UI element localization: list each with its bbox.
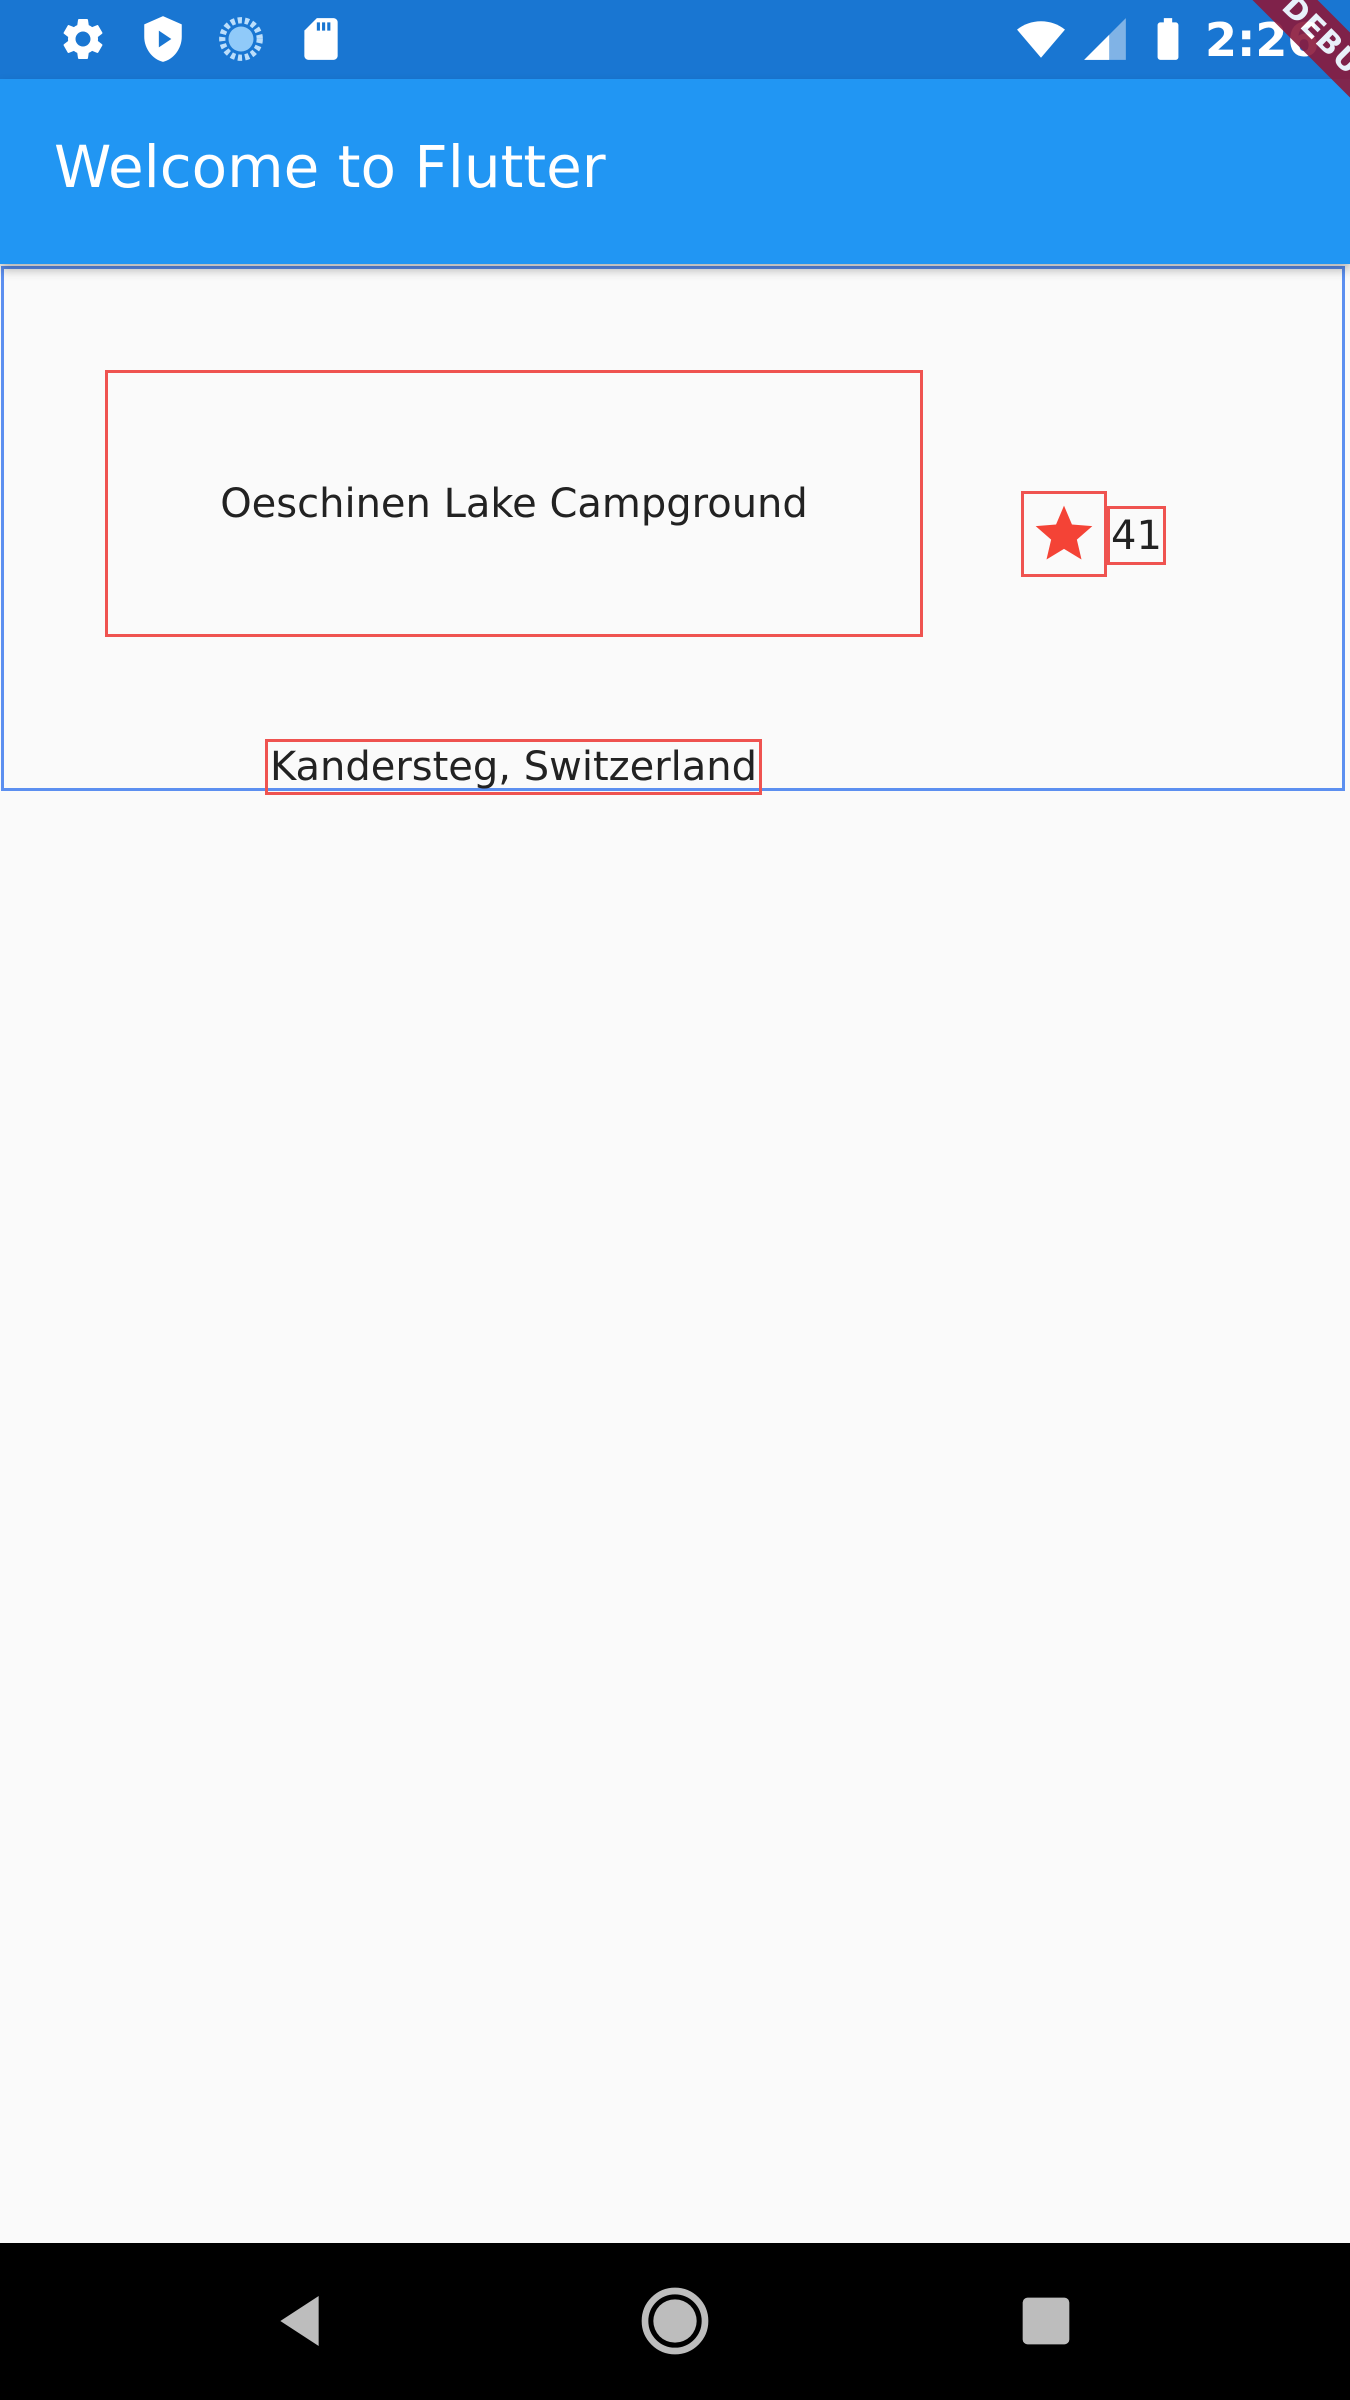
wifi-icon [1016, 14, 1066, 64]
favorite-star-button[interactable] [1021, 491, 1107, 577]
app-bar: Welcome to Flutter [0, 79, 1350, 264]
signal-icon [1080, 14, 1130, 64]
home-icon[interactable] [635, 2281, 715, 2361]
campground-name-container: Oeschinen Lake Campground [105, 370, 923, 637]
favorite-count-container: 41 [1107, 506, 1166, 565]
campground-location: Kandersteg, Switzerland [269, 744, 758, 790]
shield-play-icon [138, 14, 188, 64]
battery-icon [1143, 14, 1193, 64]
star-icon [1035, 505, 1093, 560]
gear-icon [58, 14, 108, 64]
recents-icon[interactable] [1006, 2281, 1086, 2361]
favorite-count: 41 [1111, 512, 1162, 559]
status-bar: 2:26 [0, 0, 1350, 79]
sync-icon [216, 14, 266, 64]
campground-name: Oeschinen Lake Campground [220, 480, 808, 527]
sd-card-icon [296, 14, 346, 64]
content-area: Oeschinen Lake Campground 41 Kandersteg,… [0, 264, 1350, 2264]
location-container: Kandersteg, Switzerland [265, 739, 762, 795]
app-bar-title: Welcome to Flutter [54, 133, 606, 201]
navigation-bar [0, 2243, 1350, 2400]
back-icon[interactable] [262, 2281, 342, 2361]
title-section: Oeschinen Lake Campground 41 Kandersteg,… [1, 266, 1345, 795]
